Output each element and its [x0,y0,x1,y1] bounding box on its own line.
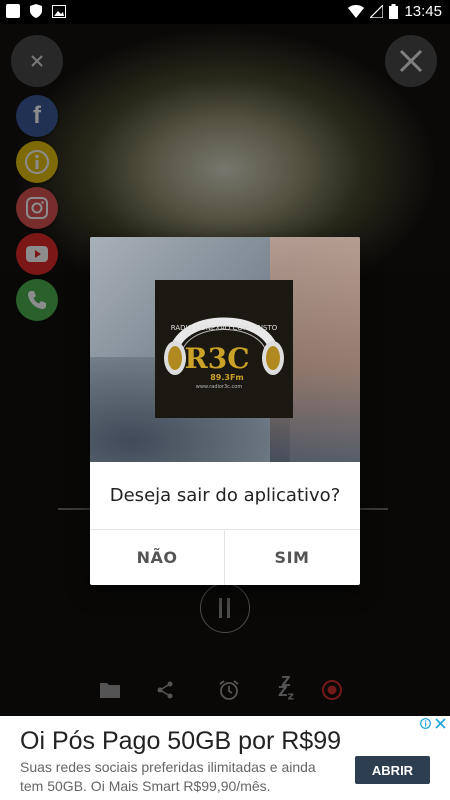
status-bar: 13:45 [0,0,450,24]
ad-open-button[interactable]: ABRIR [355,756,430,784]
no-button[interactable]: NÃO [90,530,224,585]
close-icon[interactable] [435,718,446,729]
wifi-icon [348,5,365,18]
logo-frequency: 89.3Fm [210,373,244,382]
signal-icon [370,5,384,18]
radio-logo: RADIO CONEXÃO COM CRISTO R3C 89.3Fm www.… [155,280,293,418]
dialog-banner-image: RADIO CONEXÃO COM CRISTO R3C 89.3Fm www.… [90,237,360,462]
logo-site: www.radior3c.com [196,384,243,390]
dialog-message: Deseja sair do aplicativo? [90,462,360,530]
shield-icon [30,4,42,18]
image-icon [52,4,66,18]
ad-description[interactable]: Suas redes sociais preferidas ilimitadas… [20,758,320,796]
logo-ring-text: RADIO CONEXÃO COM CRISTO [171,323,278,332]
ad-banner[interactable]: Oi Pós Pago 50GB por R$99,90 Suas redes … [0,716,450,800]
logo-brand: R3C [184,342,249,375]
battery-icon [389,4,399,19]
notification-square-icon [6,4,20,18]
exit-dialog: RADIO CONEXÃO COM CRISTO R3C 89.3Fm www.… [90,237,360,585]
yes-button[interactable]: SIM [225,530,359,585]
adchoices-icon[interactable] [420,718,431,729]
clock: 13:45 [404,3,442,20]
ad-title[interactable]: Oi Pós Pago 50GB por R$99,90 [20,727,340,756]
